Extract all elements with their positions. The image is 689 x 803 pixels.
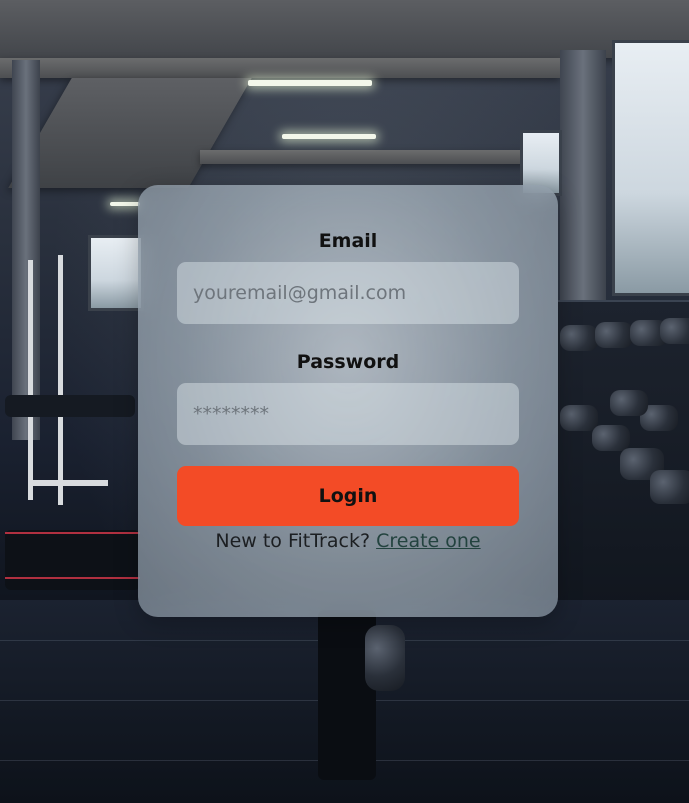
login-card: Email youremail@gmail.com Password *****…	[138, 185, 558, 617]
password-field[interactable]: ********	[177, 383, 519, 445]
password-label: Password	[296, 351, 400, 373]
login-button[interactable]: Login	[177, 466, 519, 526]
password-placeholder: ********	[193, 403, 269, 425]
signup-prompt-text: New to FitTrack?	[215, 530, 371, 552]
create-account-link[interactable]: Create one	[376, 530, 481, 552]
email-label: Email	[318, 230, 378, 252]
email-placeholder: youremail@gmail.com	[193, 282, 407, 304]
signup-prompt: New to FitTrack? Create one	[138, 530, 558, 552]
email-field[interactable]: youremail@gmail.com	[177, 262, 519, 324]
